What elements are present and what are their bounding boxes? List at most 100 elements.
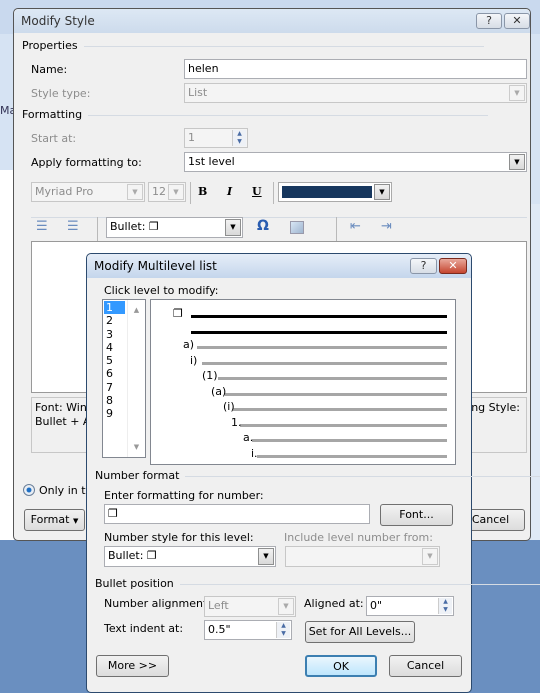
- font-select[interactable]: Myriad Pro ▼: [31, 182, 145, 202]
- include-level-select[interactable]: ▼: [285, 546, 440, 567]
- number-alignment-select[interactable]: Left ▼: [204, 596, 296, 617]
- radio-button[interactable]: [23, 484, 35, 496]
- preview-marker: a.: [243, 431, 254, 444]
- number-style-value: Bullet: ❐: [108, 549, 157, 562]
- text-indent-label: Text indent at:: [104, 622, 184, 635]
- preview-marker: (a): [211, 384, 227, 398]
- chevron-down-icon: ▼: [374, 184, 390, 200]
- level-item[interactable]: 8: [104, 394, 125, 407]
- chevron-down-icon: ▼: [225, 219, 241, 236]
- close-button[interactable]: ✕: [439, 258, 467, 274]
- enter-formatting-input[interactable]: ❐: [104, 504, 370, 524]
- decrease-indent-icon[interactable]: ⇤: [350, 219, 361, 234]
- font-button[interactable]: Font...: [380, 504, 453, 526]
- level-item[interactable]: 5: [104, 354, 125, 367]
- name-label: Name:: [31, 63, 68, 76]
- level-item[interactable]: 6: [104, 367, 125, 380]
- font-value: Myriad Pro: [35, 185, 94, 198]
- level-item[interactable]: 4: [104, 341, 125, 354]
- aligned-at-spinner[interactable]: 0" ▲ ▼: [366, 596, 454, 616]
- preview-line: [197, 346, 447, 349]
- chevron-down-icon: ▼: [509, 154, 525, 170]
- numbering-icon[interactable]: ☰: [36, 219, 48, 234]
- more-button[interactable]: More >>: [96, 655, 169, 677]
- bullet-select[interactable]: Bullet: ❐ ▼: [106, 217, 243, 238]
- preview-line: [257, 454, 447, 458]
- modify-multilevel-dialog: Modify Multilevel list ? ✕ Click level t…: [86, 253, 540, 693]
- preview-line: [240, 423, 447, 427]
- level-list-scrollbar[interactable]: ▲ ▼: [127, 300, 145, 457]
- chevron-down-icon: ▼: [422, 548, 438, 565]
- close-button[interactable]: ✕: [504, 13, 530, 29]
- size-value: 12: [152, 185, 166, 198]
- chevron-down-icon: ▼: [278, 598, 294, 615]
- level-item[interactable]: 3: [104, 328, 125, 341]
- properties-group-label: Properties: [22, 39, 481, 52]
- preview-line: [233, 408, 447, 411]
- set-for-all-levels-button[interactable]: Set for All Levels...: [305, 621, 415, 643]
- preview-line: [191, 330, 447, 334]
- number-alignment-label: Number alignment:: [104, 597, 211, 610]
- level-item[interactable]: 9: [104, 407, 125, 420]
- preview-marker: a): [183, 338, 195, 351]
- apply-to-value: 1st level: [188, 155, 235, 168]
- style-type-label: Style type:: [31, 87, 91, 100]
- color-swatch: [282, 186, 372, 198]
- bullet-value: Bullet: ❐: [110, 220, 159, 233]
- style-type-select[interactable]: List ▼: [184, 83, 527, 103]
- level-item[interactable]: 2: [104, 314, 125, 327]
- underline-button[interactable]: U: [252, 185, 262, 198]
- start-at-spinner[interactable]: 1 ▲ ▼: [184, 128, 248, 148]
- level-list[interactable]: 123456789 ▲ ▼: [102, 299, 146, 458]
- aligned-at-label: Aligned at:: [304, 597, 364, 610]
- style-type-value: List: [188, 86, 208, 99]
- spinner-arrows-icon[interactable]: ▲ ▼: [276, 622, 290, 638]
- start-at-value: 1: [188, 131, 195, 144]
- bullets-icon[interactable]: ☰: [67, 219, 79, 234]
- preview-marker: (1): [202, 369, 218, 382]
- symbol-icon[interactable]: Ω: [257, 218, 269, 234]
- apply-to-label: Apply formatting to:: [31, 156, 142, 169]
- preview-marker: (i): [223, 400, 235, 413]
- increase-indent-icon[interactable]: ⇥: [381, 219, 392, 234]
- cancel-button[interactable]: Cancel: [389, 655, 462, 677]
- text-indent-spinner[interactable]: 0.5" ▲ ▼: [204, 620, 292, 640]
- chevron-down-icon: ▼: [127, 184, 143, 200]
- chevron-down-icon: ▼: [509, 85, 525, 101]
- help-button[interactable]: ?: [476, 13, 502, 29]
- level-item[interactable]: 7: [104, 381, 125, 394]
- font-color-picker[interactable]: ▼: [278, 182, 392, 202]
- preview-line: [191, 315, 447, 318]
- include-level-label: Include level number from:: [284, 531, 433, 544]
- number-alignment-value: Left: [208, 599, 229, 612]
- spinner-arrows-icon[interactable]: ▲ ▼: [438, 598, 452, 614]
- format-button[interactable]: Format ▼: [24, 509, 85, 531]
- apply-to-select[interactable]: 1st level ▼: [184, 152, 527, 172]
- dialog-title: Modify Style: [14, 9, 530, 33]
- number-style-label: Number style for this level:: [104, 531, 254, 544]
- preview-line: [218, 377, 447, 380]
- start-at-label: Start at:: [31, 132, 77, 145]
- preview-marker: i.: [251, 446, 258, 460]
- list-preview: ❐ a) i) (1) (a) (i) 1. a. i.: [150, 299, 456, 465]
- number-format-group-label: Number format: [95, 469, 540, 482]
- bold-button[interactable]: B: [198, 185, 207, 198]
- chevron-down-icon: ▼: [72, 517, 79, 525]
- chevron-down-icon: ▼: [168, 184, 184, 200]
- number-style-select[interactable]: Bullet: ❐ ▼: [104, 546, 276, 567]
- ok-button[interactable]: OK: [305, 655, 377, 677]
- chevron-down-icon: ▼: [258, 548, 274, 565]
- spinner-arrows-icon[interactable]: ▲ ▼: [232, 130, 246, 146]
- preview-line: [252, 439, 447, 442]
- enter-formatting-label: Enter formatting for number:: [104, 489, 264, 502]
- name-input[interactable]: helen: [184, 59, 527, 79]
- picture-icon[interactable]: [290, 221, 304, 234]
- aligned-at-value: 0": [370, 599, 383, 612]
- text-indent-value: 0.5": [208, 623, 231, 636]
- size-select[interactable]: 12 ▼: [148, 182, 186, 202]
- preview-line: [202, 361, 447, 365]
- level-item[interactable]: 1: [104, 301, 125, 315]
- italic-button[interactable]: I: [227, 185, 232, 198]
- help-button[interactable]: ?: [410, 258, 437, 274]
- preview-marker: i): [190, 353, 198, 367]
